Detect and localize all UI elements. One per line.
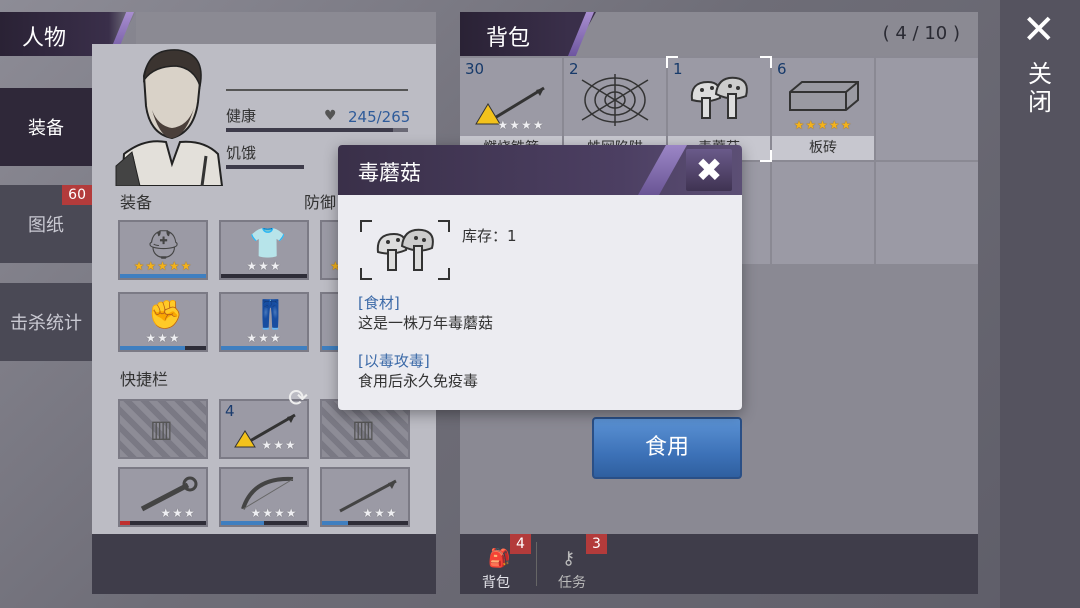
side-tab-blueprints[interactable]: 图纸 60 [0, 185, 92, 263]
equipment-slot-partial[interactable]: ★ [320, 220, 342, 280]
gas-mask-icon: ⛑ [146, 228, 182, 261]
brick-icon [789, 81, 859, 111]
bag-tab-label: 背包 [482, 575, 510, 591]
close-icon[interactable]: ✕ [1022, 10, 1056, 50]
side-tab-label: 击杀统计 [10, 313, 82, 334]
spider-web-icon [581, 74, 649, 126]
bag-footer-tab-quests[interactable]: ⚷ 任务 3 [536, 534, 612, 594]
frame-corner [360, 268, 372, 280]
item-stars: ★★★ [246, 259, 282, 273]
gloves-icon: ✊ [148, 298, 183, 331]
side-tab-kill-stats[interactable]: 击杀统计 [0, 283, 92, 361]
equipment-section-label: 装备 [120, 193, 153, 212]
defense-label: 防御 [304, 193, 337, 212]
side-tab-label: 图纸 [28, 215, 64, 236]
bag-cell-empty[interactable] [876, 162, 978, 264]
bag-title: 背包 [486, 26, 531, 51]
character-footer [92, 534, 436, 594]
hunger-bar [226, 165, 304, 169]
item-stars: ★★★★★ [133, 259, 193, 273]
popup-title: 毒蘑菇 [358, 161, 421, 185]
item-stars: ★★★ [160, 506, 196, 520]
mushroom-icon [690, 76, 748, 119]
slot-bar [221, 274, 307, 278]
divider [226, 89, 408, 91]
quickbar-slot-wrench[interactable]: ★★★ [118, 467, 208, 527]
popup-stock: 库存：1 [462, 227, 517, 245]
equipment-slot-mask[interactable]: ⛑ ★★★★★ [118, 220, 208, 280]
bag-tab-badge: 3 [586, 534, 607, 554]
bag-cell-empty[interactable] [876, 58, 978, 160]
equipment-slot-pants[interactable]: 👖 ★★★ [219, 292, 309, 352]
item-count: 6 [777, 60, 787, 78]
selection-corner [760, 56, 772, 68]
blueprints-badge: 60 [62, 185, 92, 205]
heart-icon: ♥ [324, 108, 337, 124]
popup-description: 这是一株万年毒蘑菇 [358, 314, 494, 332]
item-stars: ★★★★ [497, 118, 545, 132]
health-bar [226, 128, 408, 132]
equipment-slot-partial[interactable] [320, 292, 340, 352]
item-stars: ★★★ [261, 438, 297, 452]
side-tab-label: 装备 [28, 118, 64, 139]
frame-corner [438, 220, 450, 232]
popup-effect-description: 食用后永久免疫毒 [358, 372, 479, 390]
equipment-slot-body[interactable]: 👕 ★★★ [219, 220, 309, 280]
bag-tab-label: 任务 [558, 575, 586, 591]
quickbar-label: 快捷栏 [120, 370, 169, 389]
mushroom-icon [376, 228, 434, 271]
side-tab-equipment[interactable]: 装备 [0, 88, 92, 166]
item-count: 30 [465, 60, 485, 78]
empty-fence-icon: ▥ [150, 415, 173, 443]
item-detail-popup: 毒蘑菇 ✖ 库存：1 [食材] 这是一株万年毒蘑菇 [以毒攻毒] 食用后永久免疫… [338, 145, 742, 410]
bag-tab-badge: 4 [510, 534, 531, 554]
item-stars: ★ [330, 259, 342, 273]
key-icon: ⚷ [562, 548, 576, 569]
swap-icon[interactable]: ⟳ [288, 384, 308, 412]
equipment-slot-gloves[interactable]: ✊ ★★★ [118, 292, 208, 352]
use-button[interactable]: 食用 [592, 417, 742, 479]
item-stars: ★★★★ [250, 506, 298, 520]
bag-footer: 🎒 背包 4 ⚷ 任务 3 [460, 534, 978, 594]
bag-cell-empty[interactable] [772, 162, 874, 264]
hoodie-icon: 👕 [249, 226, 287, 261]
health-value: 245/265 [348, 108, 411, 126]
empty-fence-icon: ▥ [352, 415, 375, 443]
frame-corner [438, 268, 450, 280]
quickbar-slot-empty[interactable]: ▥ [118, 399, 208, 459]
item-stars: ★★★ [145, 331, 181, 345]
item-stars: ★★★★★ [793, 118, 853, 132]
item-count: 2 [569, 60, 579, 78]
selection-corner [666, 56, 678, 68]
bag-capacity: ( 4 / 10 ) [882, 23, 960, 44]
character-panel-title: 人物 [22, 26, 67, 51]
popup-item-frame [360, 220, 450, 280]
quickbar-slot-bow[interactable]: ★★★★ [219, 467, 309, 527]
item-stars: ★★★ [362, 506, 398, 520]
item-name: 板砖 [772, 136, 874, 160]
quickbar-slot-spear-2[interactable]: ★★★ [320, 467, 410, 527]
popup-tag-effect: [以毒攻毒] [358, 352, 430, 370]
character-portrait [115, 49, 224, 186]
item-stars: ★★★ [246, 331, 282, 345]
popup-close-button[interactable]: ✖ [686, 149, 732, 191]
bag-footer-tab-backpack[interactable]: 🎒 背包 4 [460, 534, 536, 594]
selection-corner [760, 150, 772, 162]
popup-tag-ingredient: [食材] [358, 294, 400, 312]
pants-icon: 👖 [253, 298, 288, 331]
close-icon: ✖ [695, 151, 723, 189]
frame-corner [360, 220, 372, 232]
backpack-icon: 🎒 [488, 548, 511, 569]
close-label[interactable]: 关闭 [1028, 60, 1052, 116]
close-column[interactable]: ✕ 关闭 [1000, 0, 1080, 608]
bag-item-brick[interactable]: 6 ★★★★★ 板砖 [772, 58, 874, 160]
